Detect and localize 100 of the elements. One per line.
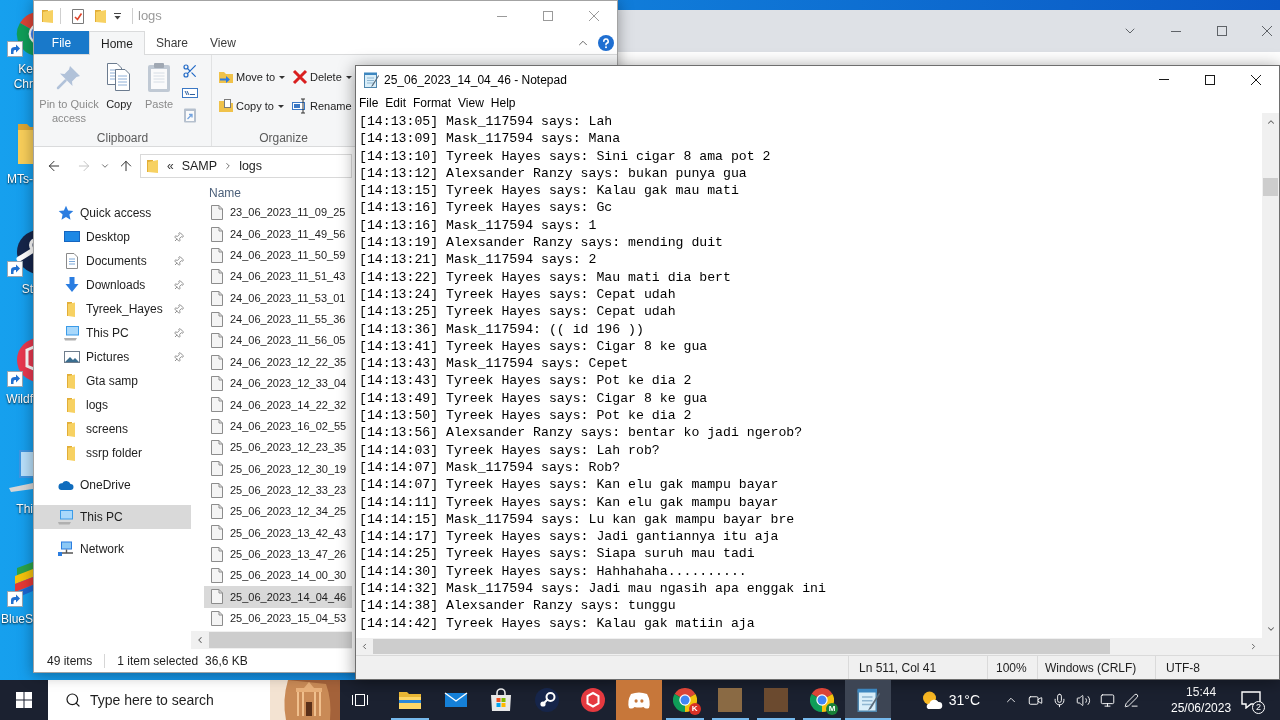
- computer-icon: [58, 509, 74, 525]
- scroll-left-icon[interactable]: [195, 635, 205, 645]
- scrollbar-thumb[interactable]: [1263, 178, 1278, 196]
- nav-item[interactable]: Gta samp: [34, 369, 191, 393]
- blank-page-icon: [211, 418, 223, 434]
- nav-item[interactable]: This PC: [34, 321, 191, 345]
- nav-item[interactable]: Desktop: [34, 225, 191, 249]
- scroll-up-icon[interactable]: [1265, 117, 1276, 127]
- text-line: [14:14:17] Tyreek Hayes says: Jadi gantiannya itu aja: [359, 528, 779, 546]
- taskbar-button[interactable]: K: [661, 680, 708, 720]
- nav-item[interactable]: screens: [34, 417, 191, 441]
- landmark-picture: [270, 680, 340, 720]
- list-row[interactable]: 25_06_2023_12_33_23: [204, 479, 352, 501]
- back-arrow-icon[interactable]: [46, 158, 62, 174]
- breadcrumb[interactable]: SAMP: [181, 156, 218, 176]
- menu-item[interactable]: Help: [487, 94, 519, 112]
- file-menu-button[interactable]: File: [34, 31, 89, 54]
- nav-item[interactable]: Network: [34, 537, 191, 561]
- ribbon-button[interactable]: Copy: [100, 61, 138, 111]
- minimize-icon[interactable]: [497, 15, 507, 17]
- list-row[interactable]: 24_06_2023_11_50_59: [204, 244, 352, 267]
- menu-item[interactable]: File: [356, 94, 382, 112]
- nav-item[interactable]: Documents: [34, 249, 191, 273]
- text-line: [14:13:10] Tyreek Hayes says: Sini cigar 8 ama pot 2: [359, 147, 771, 165]
- list-row[interactable]: 24_06_2023_12_22_35: [204, 351, 352, 373]
- scroll-left-icon[interactable]: [360, 642, 369, 651]
- notepad-icon[interactable]: [363, 71, 379, 88]
- address-bar[interactable]: « SAMP logs: [140, 154, 352, 178]
- scrollbar-thumb[interactable]: [209, 632, 352, 648]
- text-field-icon[interactable]: [182, 85, 198, 101]
- blank-page-icon: [211, 333, 223, 349]
- ribbon-button[interactable]: Move to: [215, 65, 289, 89]
- pen-icon[interactable]: [1123, 692, 1139, 708]
- help-icon[interactable]: [598, 34, 614, 51]
- ribbon-tab[interactable]: Share: [145, 31, 200, 54]
- close-icon[interactable]: [1251, 74, 1261, 85]
- scrollbar-thumb[interactable]: [373, 639, 1110, 654]
- search-input[interactable]: Type here to search: [90, 689, 260, 711]
- task-view-icon[interactable]: [351, 692, 369, 708]
- list-row[interactable]: 24_06_2023_11_53_01: [204, 287, 352, 309]
- ribbon-button[interactable]: Copy to: [215, 94, 287, 118]
- ribbon-tab[interactable]: Home: [89, 31, 145, 55]
- minimize-icon[interactable]: [1171, 30, 1181, 32]
- nav-item[interactable]: ssrp folder: [34, 441, 191, 465]
- weather-button[interactable]: 31°C: [914, 680, 987, 720]
- list-row[interactable]: 24_06_2023_11_49_56: [204, 223, 352, 245]
- list-row[interactable]: 24_06_2023_11_56_05: [204, 330, 352, 352]
- list-row[interactable]: 23_06_2023_11_09_25: [204, 202, 352, 224]
- text-line: [14:13:43] Mask_117594 says: Cepet: [359, 355, 629, 373]
- menu-item[interactable]: Format: [410, 94, 455, 112]
- ribbon-tab[interactable]: View: [199, 31, 247, 54]
- list-row[interactable]: 25_06_2023_15_04_53: [204, 607, 352, 629]
- blank-page-icon: [211, 290, 223, 306]
- ribbon-button[interactable]: Rename: [289, 94, 355, 118]
- list-row[interactable]: 24_06_2023_11_55_36: [204, 308, 352, 331]
- ribbon-button[interactable]: Delete: [289, 65, 355, 89]
- scroll-right-icon[interactable]: [1249, 642, 1258, 651]
- nav-item[interactable]: Tyreek_Hayes: [34, 297, 191, 321]
- taskbar-button[interactable]: M: [799, 680, 845, 720]
- list-row[interactable]: 25_06_2023_12_30_19: [204, 458, 352, 480]
- chevron-down-icon[interactable]: [100, 161, 110, 171]
- monitor-icon[interactable]: [1099, 692, 1115, 708]
- speech-bubble-icon[interactable]: [1241, 691, 1262, 709]
- checked-page-icon[interactable]: [72, 8, 84, 24]
- search-bar[interactable]: Type here to search: [48, 680, 340, 720]
- scissors-icon[interactable]: [182, 63, 198, 79]
- list-row[interactable]: 24_06_2023_11_51_43: [204, 266, 352, 288]
- caret-icon[interactable]: [114, 12, 121, 20]
- nav-item[interactable]: Pictures: [34, 345, 191, 369]
- text-line: [14:14:42] Tyreek Hayes says: Kalau gak matiin aja: [359, 614, 755, 632]
- scroll-down-icon[interactable]: [1265, 624, 1276, 634]
- nav-item[interactable]: Quick access: [34, 201, 191, 225]
- blank-page-icon: [211, 269, 223, 285]
- nav-item[interactable]: OneDrive: [34, 473, 191, 497]
- notification-count: 2: [1252, 701, 1266, 714]
- column-header[interactable]: Name: [204, 185, 352, 202]
- text-line: [14:13:56] Alexsander Ranzy says: bentar ko jadi ngerob?: [359, 424, 803, 442]
- list-row[interactable]: 25_06_2023_13_42_43: [204, 522, 352, 544]
- nav-item[interactable]: logs: [34, 393, 191, 417]
- text-line: [14:13:16] Mask_117594 says: 1: [359, 216, 597, 235]
- maximize-icon[interactable]: [1205, 74, 1215, 85]
- nav-item[interactable]: Downloads: [34, 273, 191, 297]
- menu-item[interactable]: View: [455, 94, 487, 112]
- list-row[interactable]: 24_06_2023_14_22_32: [204, 394, 352, 416]
- list-row[interactable]: 25_06_2023_14_00_30: [204, 564, 352, 587]
- list-row[interactable]: 25_06_2023_12_23_35: [204, 436, 352, 459]
- list-row[interactable]: 24_06_2023_16_02_55: [204, 415, 352, 437]
- windows-logo-icon[interactable]: [16, 692, 32, 708]
- list-row[interactable]: 25_06_2023_12_34_25: [204, 500, 352, 523]
- list-row[interactable]: 25_06_2023_13_47_26: [204, 543, 352, 565]
- clock[interactable]: 15:44 25/06/2023: [1166, 680, 1237, 720]
- taskbar-button[interactable]: [844, 680, 891, 720]
- list-row[interactable]: 25_06_2023_14_04_46: [204, 586, 352, 608]
- menu-item[interactable]: Edit: [382, 94, 410, 112]
- breadcrumb[interactable]: logs: [239, 156, 263, 176]
- nav-item[interactable]: This PC: [34, 505, 191, 529]
- speaker-icon[interactable]: [1075, 692, 1091, 708]
- microphone-icon[interactable]: [1051, 692, 1067, 708]
- list-row[interactable]: 24_06_2023_12_33_04: [204, 372, 352, 395]
- breadcrumb-overflow[interactable]: «: [167, 157, 174, 175]
